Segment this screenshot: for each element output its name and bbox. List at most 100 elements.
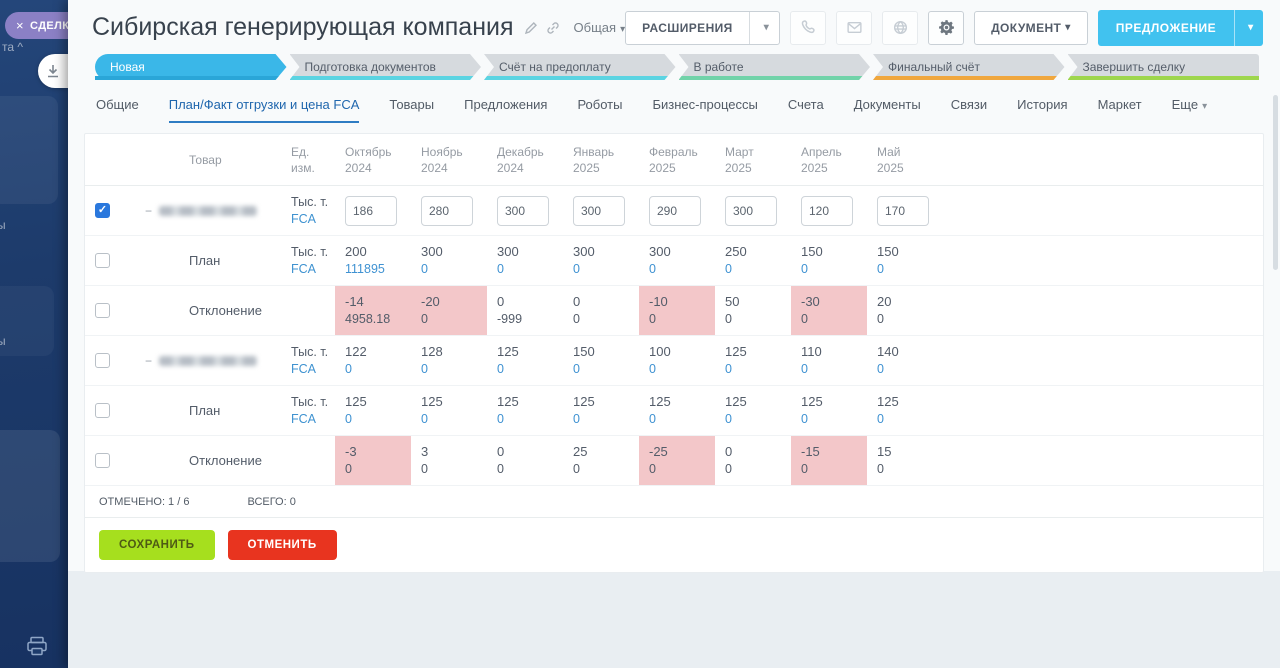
phone-icon[interactable] [790,11,826,45]
proposal-dropdown-arrow[interactable] [1234,10,1263,46]
value-sub[interactable]: 0 [497,411,563,428]
value-sub[interactable]: 0 [573,361,639,378]
deal-slider-badge[interactable]: × СДЕЛКА [5,12,68,39]
month-value-input[interactable] [573,196,625,226]
value-sub[interactable]: 0 [421,361,487,378]
collapse-icon[interactable]: − [145,204,152,218]
value-sub[interactable]: 0 [649,361,715,378]
document-button[interactable]: ДОКУМЕНТ [974,11,1088,45]
value-sub[interactable]: 0 [649,411,715,428]
row-checkbox[interactable] [95,303,110,318]
tab-label: Товары [389,97,434,112]
value-sub[interactable]: 0 [877,411,943,428]
stage-1[interactable]: Новая [95,54,287,80]
extensions-button[interactable]: РАСШИРЕНИЯ [625,11,780,45]
proposal-button[interactable]: ПРЕДЛОЖЕНИЕ [1098,10,1263,46]
value-cell: 1250 [563,386,639,435]
tab-документы[interactable]: Документы [854,97,921,123]
tab-маркет[interactable]: Маркет [1098,97,1142,123]
deal-category-dropdown[interactable]: Общая [574,20,626,35]
value-cell: 1280 [411,336,487,385]
mail-icon[interactable] [836,11,872,45]
row-checkbox[interactable] [95,253,110,268]
product-name-cell[interactable]: − [125,336,281,385]
value-cell: 3000 [563,236,639,285]
tab-предложения[interactable]: Предложения [464,97,547,123]
value-sub[interactable]: 0 [725,361,791,378]
save-button[interactable]: СОХРАНИТЬ [99,530,215,560]
value-sub[interactable]: 0 [573,261,639,278]
product-name-redacted [159,356,257,366]
value-sub[interactable]: 0 [345,411,411,428]
tab-label: Бизнес-процессы [652,97,757,112]
value-sub[interactable]: 0 [877,261,943,278]
value-cell: 1250 [715,386,791,435]
tab-общие[interactable]: Общие [96,97,139,123]
checkbox-cell [85,286,125,335]
value-sub[interactable]: 0 [801,361,867,378]
tab-связи[interactable]: Связи [951,97,987,123]
value-sub[interactable]: 0 [725,411,791,428]
value-sub[interactable]: 0 [497,361,563,378]
close-icon[interactable]: × [16,19,24,32]
cancel-button[interactable]: ОТМЕНИТЬ [228,530,337,560]
vertical-scrollbar[interactable] [1273,95,1278,270]
checkbox-cell [85,436,125,485]
extensions-dropdown-arrow[interactable] [749,12,779,44]
value-sub[interactable]: 0 [573,411,639,428]
settings-gear-icon[interactable] [928,11,964,45]
value-sub[interactable]: 111895 [345,261,411,278]
value-sub[interactable]: 0 [801,261,867,278]
tab-план-факт-отгрузки-и-цена-fca[interactable]: План/Факт отгрузки и цена FCA [169,97,360,123]
month-value-input[interactable] [345,196,397,226]
value-main: 110 [801,343,867,360]
product-name-cell[interactable]: − [125,186,281,235]
tab-еще[interactable]: Еще [1172,97,1207,123]
tab-товары[interactable]: Товары [389,97,434,123]
collapse-icon[interactable]: − [145,354,152,368]
printer-icon[interactable] [26,636,48,656]
value-sub[interactable]: 0 [801,411,867,428]
row-checkbox[interactable] [95,453,110,468]
value-sub[interactable]: 0 [421,261,487,278]
tab-счета[interactable]: Счета [788,97,824,123]
row-checkbox[interactable] [95,403,110,418]
tab-бизнес-процессы[interactable]: Бизнес-процессы [652,97,757,123]
value-cell: -300 [791,286,867,335]
fca-link[interactable]: FCA [291,211,335,227]
row-checkbox[interactable] [95,203,110,218]
value-sub: 0 [421,461,487,478]
month-value-input[interactable] [877,196,929,226]
fca-link[interactable]: FCA [291,261,335,277]
messenger-globe-icon[interactable] [882,11,918,45]
value-cell: 0-999 [487,286,563,335]
header-filler [943,134,1263,185]
table-row: Отклонение-303000250-25000-150150 [85,436,1263,486]
stage-2[interactable]: Подготовка документов [290,54,482,80]
unit-cell: Тыс. т.FCA [281,386,335,435]
tab-история[interactable]: История [1017,97,1067,123]
month-value-input[interactable] [421,196,473,226]
value-sub[interactable]: 0 [421,411,487,428]
value-sub[interactable]: 0 [877,361,943,378]
value-sub[interactable]: 0 [725,261,791,278]
value-sub[interactable]: 0 [649,261,715,278]
value-main: 3 [421,443,487,460]
stage-5[interactable]: Финальный счёт [873,54,1065,80]
fca-link[interactable]: FCA [291,411,335,427]
edit-pencil-icon[interactable] [524,21,538,35]
value-sub[interactable]: 0 [497,261,563,278]
stage-4[interactable]: В работе [679,54,871,80]
row-checkbox[interactable] [95,353,110,368]
value-sub[interactable]: 0 [345,361,411,378]
link-icon[interactable] [546,21,560,35]
month-value-input[interactable] [801,196,853,226]
fca-link[interactable]: FCA [291,361,335,377]
month-value-input[interactable] [497,196,549,226]
month-value-input[interactable] [649,196,701,226]
minimize-slider-button[interactable] [38,54,68,88]
stage-3[interactable]: Счёт на предоплату [484,54,676,80]
tab-роботы[interactable]: Роботы [577,97,622,123]
stage-6[interactable]: Завершить сделку [1068,54,1260,80]
month-value-input[interactable] [725,196,777,226]
